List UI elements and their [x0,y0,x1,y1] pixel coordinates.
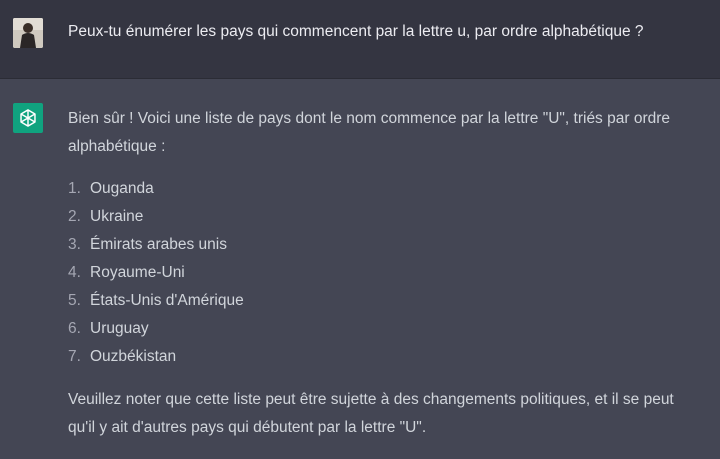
assistant-outro-text: Veuillez noter que cette liste peut être… [68,391,674,436]
list-item-number: 6. [68,320,81,337]
list-item: 7. Ouzbékistan [68,343,703,371]
country-list: 1. Ouganda 2. Ukraine 3. Émirats arabes … [68,175,703,371]
list-item-text: Ouganda [90,180,154,197]
user-avatar [13,18,43,48]
assistant-avatar [13,103,43,133]
openai-logo-icon [20,109,36,127]
user-message-row: Peux-tu énumérer les pays qui commencent… [0,0,720,79]
list-item-text: Royaume-Uni [90,264,185,281]
list-item-text: Uruguay [90,320,149,337]
list-item: 4. Royaume-Uni [68,259,703,287]
list-item-text: Ukraine [90,208,144,225]
assistant-message-content: Bien sûr ! Voici une liste de pays dont … [68,105,703,442]
list-item-text: États-Unis d'Amérique [90,292,244,309]
list-item: 5. États-Unis d'Amérique [68,287,703,315]
list-item: 1. Ouganda [68,175,703,203]
chat-thread: Peux-tu énumérer les pays qui commencent… [0,0,720,459]
list-item-number: 1. [68,180,81,197]
user-message-text: Peux-tu énumérer les pays qui commencent… [68,23,644,40]
user-avatar-icon [13,18,43,48]
list-item-text: Émirats arabes unis [90,236,227,253]
assistant-intro-text: Bien sûr ! Voici une liste de pays dont … [68,110,671,155]
list-item-text: Ouzbékistan [90,348,177,365]
list-item: 3. Émirats arabes unis [68,231,703,259]
list-item-number: 7. [68,348,81,365]
assistant-message-row: Bien sûr ! Voici une liste de pays dont … [0,79,720,459]
list-item-number: 2. [68,208,81,225]
list-item-number: 3. [68,236,81,253]
list-item: 6. Uruguay [68,315,703,343]
list-item: 2. Ukraine [68,203,703,231]
list-item-number: 5. [68,292,81,309]
list-item-number: 4. [68,264,81,281]
